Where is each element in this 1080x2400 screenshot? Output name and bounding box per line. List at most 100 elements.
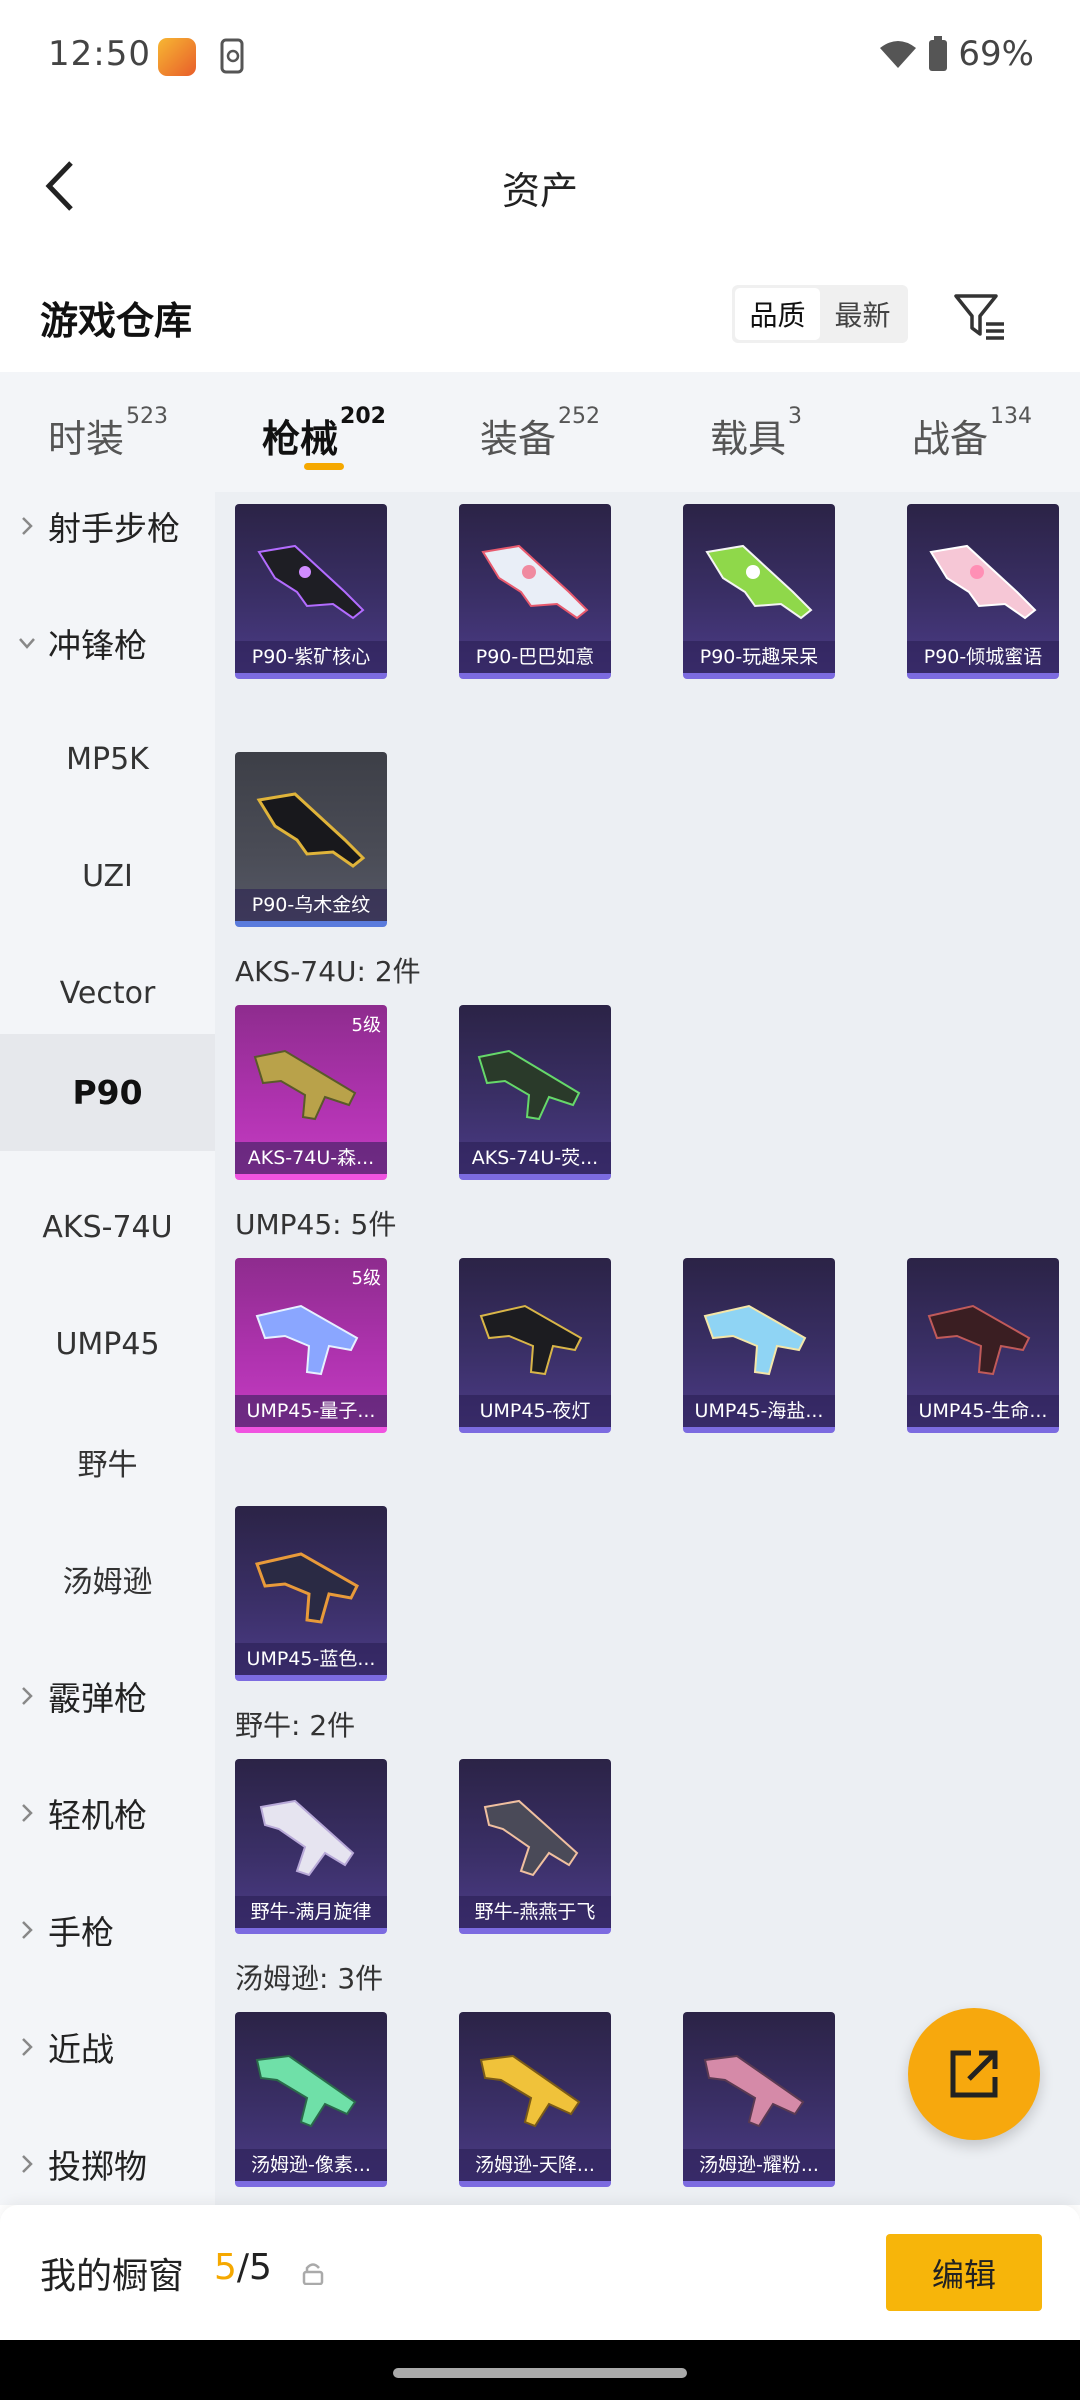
showcase-count: 5/5 [214, 2247, 272, 2288]
chevron-right-icon [22, 2037, 33, 2056]
sidebar-item-p90[interactable]: P90 [0, 1034, 215, 1151]
skin-card-ump-4[interactable]: UMP45-生命... [907, 1258, 1059, 1433]
showcase-bar: 我的橱窗 5/5 编辑 [0, 2205, 1080, 2340]
skin-name: P90-乌木金纹 [235, 889, 387, 921]
sidebar-item-smg[interactable]: 冲锋枪 [0, 584, 215, 701]
tab-label: 载具 [709, 417, 786, 461]
skin-card-ump-1[interactable]: 5级 UMP45-量子... [235, 1258, 387, 1433]
sidebar-item-bizon[interactable]: 野牛 [0, 1403, 215, 1520]
sort-quality-button[interactable]: 品质 [735, 288, 820, 340]
chevron-right-icon [22, 1803, 33, 1822]
edit-button[interactable]: 编辑 [886, 2234, 1042, 2311]
skin-name: UMP45-蓝色... [235, 1643, 387, 1675]
active-tab-indicator [304, 463, 344, 470]
chevron-down-icon [19, 637, 35, 649]
tab-equipment[interactable]: 装备252 [432, 372, 648, 492]
sidebar-item-throwable[interactable]: 投掷物 [0, 2105, 215, 2205]
sort-toggle: 品质 最新 [732, 285, 908, 343]
category-tabs: 时装523 枪械202 装备252 载具3 战备134 [0, 372, 1080, 492]
skin-name: UMP45-海盐... [683, 1395, 835, 1427]
skin-name: P90-倾城蜜语 [907, 641, 1059, 673]
battery-level: 69% [958, 34, 1034, 74]
skin-name: AKS-74U-荧... [459, 1142, 611, 1174]
group-title-bizon: 野牛: 2件 [235, 1709, 356, 1742]
phone-sync-icon [220, 38, 244, 74]
skin-name: UMP45-生命... [907, 1395, 1059, 1427]
sidebar-item-shotgun[interactable]: 霰弹枪 [0, 1637, 215, 1754]
chevron-right-icon [22, 1920, 33, 1939]
battery-icon [929, 36, 948, 71]
sidebar-item-label: 霰弹枪 [48, 1678, 147, 1718]
sidebar-item-label: 射手步枪 [48, 508, 180, 548]
weapon-skin-image [703, 2054, 805, 2128]
weapon-skin-image [255, 1552, 359, 1624]
skin-level: 5级 [351, 1268, 381, 1289]
weapon-skin-image [259, 1799, 355, 1877]
sidebar-item-pistol[interactable]: 手枪 [0, 1871, 215, 1988]
page-title: 资产 [501, 169, 578, 213]
skin-card-ump-5[interactable]: UMP45-蓝色... [235, 1506, 387, 1681]
sidebar-item-aks74u[interactable]: AKS-74U [0, 1169, 215, 1286]
weapon-skin-image [256, 792, 366, 868]
tab-count: 252 [558, 404, 600, 429]
tab-fashion[interactable]: 时装523 [0, 372, 216, 492]
skin-card-bizon-1[interactable]: 野牛-满月旋律 [235, 1759, 387, 1934]
section-header: 游戏仓库 品质 最新 [0, 250, 1080, 372]
weapon-skin-image [255, 1304, 359, 1376]
weapon-skin-image [479, 2054, 581, 2128]
showcase-total: /5 [236, 2247, 272, 2288]
skin-card-aks-1[interactable]: 5级 AKS-74U-森... [235, 1005, 387, 1180]
tab-supplies[interactable]: 战备134 [864, 372, 1080, 492]
tab-count: 3 [788, 404, 802, 429]
sidebar-item-label: 投掷物 [48, 2146, 147, 2186]
weapon-skin-image [479, 1304, 583, 1376]
tab-count: 202 [340, 404, 386, 429]
skin-card-p90-4[interactable]: P90-倾城蜜语 [907, 504, 1059, 679]
skin-card-p90-1[interactable]: P90-紫矿核心 [235, 504, 387, 679]
skin-name: P90-紫矿核心 [235, 641, 387, 673]
sort-latest-button[interactable]: 最新 [820, 288, 905, 340]
sidebar-item-label: 轻机枪 [48, 1795, 147, 1835]
game-app-icon [158, 38, 196, 76]
group-title-aks74u: AKS-74U: 2件 [235, 955, 421, 988]
home-indicator[interactable] [393, 2368, 687, 2378]
weapon-skin-image [481, 544, 589, 620]
status-bar: 12:50 69% [0, 0, 1080, 110]
share-button[interactable] [908, 2008, 1040, 2140]
sidebar-item-label: 近战 [48, 2029, 114, 2069]
skin-card-aks-2[interactable]: AKS-74U-荧... [459, 1005, 611, 1180]
sidebar-item-melee[interactable]: 近战 [0, 1988, 215, 2105]
skin-card-p90-2[interactable]: P90-巴巴如意 [459, 504, 611, 679]
skin-card-thompson-1[interactable]: 汤姆逊-像素... [235, 2012, 387, 2187]
page-header: 资产 [0, 120, 1080, 250]
weapon-skin-image [705, 544, 813, 620]
skin-card-ump-2[interactable]: UMP45-夜灯 [459, 1258, 611, 1433]
sidebar-item-thompson[interactable]: 汤姆逊 [0, 1520, 215, 1637]
tab-vehicles[interactable]: 载具3 [648, 372, 864, 492]
tab-label: 枪械 [262, 417, 339, 461]
system-nav-bar [0, 2340, 1080, 2400]
sidebar-item-mp5k[interactable]: MP5K [0, 701, 215, 818]
skin-card-thompson-3[interactable]: 汤姆逊-耀粉... [683, 2012, 835, 2187]
skin-card-thompson-2[interactable]: 汤姆逊-天降... [459, 2012, 611, 2187]
tab-firearms[interactable]: 枪械202 [216, 372, 432, 492]
weapon-skin-image [477, 1049, 581, 1121]
skin-card-p90-5[interactable]: P90-乌木金纹 [235, 752, 387, 927]
weapon-skin-grid: P90-紫矿核心 P90-巴巴如意 P90-玩趣呆呆 P90-倾城蜜语 P90-… [215, 492, 1080, 2205]
wifi-icon [880, 41, 917, 68]
skin-card-p90-3[interactable]: P90-玩趣呆呆 [683, 504, 835, 679]
skin-card-ump-3[interactable]: UMP45-海盐... [683, 1258, 835, 1433]
section-title: 游戏仓库 [40, 299, 193, 343]
tab-label: 时装 [47, 417, 124, 461]
showcase-label: 我的橱窗 [40, 2256, 185, 2297]
sidebar-item-marksman-rifle[interactable]: 射手步枪 [0, 492, 215, 584]
showcase-current: 5 [214, 2247, 237, 2288]
tab-count: 523 [126, 404, 168, 429]
filter-icon[interactable] [950, 288, 1010, 344]
weapon-category-sidebar: 射手步枪 冲锋枪 MP5K UZI Vector P90 AKS-74U UMP… [0, 492, 215, 2205]
sidebar-item-uzi[interactable]: UZI [0, 818, 215, 935]
sidebar-item-ump45[interactable]: UMP45 [0, 1286, 215, 1403]
sidebar-item-lmg[interactable]: 轻机枪 [0, 1754, 215, 1871]
skin-card-bizon-2[interactable]: 野牛-燕燕于飞 [459, 1759, 611, 1934]
weapon-skin-image [253, 1049, 357, 1121]
